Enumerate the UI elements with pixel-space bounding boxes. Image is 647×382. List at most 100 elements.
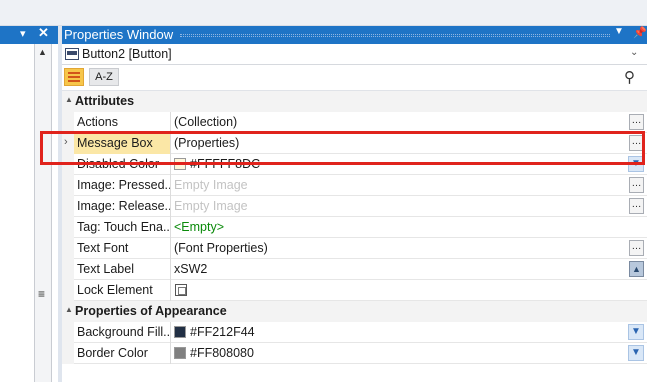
property-value-cell[interactable]: Empty Image …: [171, 175, 647, 196]
row-gutter: [62, 322, 74, 343]
property-name-cell[interactable]: Disabled Color: [74, 154, 171, 175]
color-swatch: [174, 326, 186, 338]
property-name-cell[interactable]: Image: Pressed...: [74, 175, 171, 196]
left-panel-scrollbar[interactable]: ▲ ≡: [34, 44, 52, 382]
property-value-cell[interactable]: #FF808080 ▼: [171, 343, 647, 364]
property-value: Empty Image: [174, 178, 248, 192]
row-gutter: [62, 217, 74, 238]
property-value: #FFFFF8DC: [190, 157, 261, 171]
property-name-cell[interactable]: Border Color: [74, 343, 171, 364]
property-row[interactable]: › Message Box (Properties) …: [62, 133, 647, 154]
property-value: <Empty>: [174, 220, 225, 234]
property-row[interactable]: Image: Pressed... Empty Image …: [62, 175, 647, 196]
label-editor-icon[interactable]: ▲: [629, 261, 644, 277]
property-value-cell[interactable]: Empty Image …: [171, 196, 647, 217]
object-selector[interactable]: Button2 [Button] ⌄: [62, 44, 647, 65]
property-value-cell[interactable]: (Properties) …: [171, 133, 647, 154]
property-name: Text Label: [77, 262, 134, 276]
property-value: #FF808080: [190, 346, 254, 360]
property-name: Tag: Touch Ena...: [77, 220, 170, 234]
property-value-cell[interactable]: [171, 280, 647, 301]
ellipsis-button[interactable]: …: [629, 135, 644, 151]
property-value: (Properties): [174, 136, 240, 150]
object-selector-value: Button2 [Button]: [82, 47, 172, 61]
row-gutter: [62, 280, 74, 301]
category-label: Attributes: [75, 94, 135, 108]
panel-menu-icon[interactable]: ▾: [20, 27, 26, 40]
property-name-cell[interactable]: Text Label: [74, 259, 171, 280]
categorized-view-button[interactable]: [64, 68, 84, 86]
search-icon[interactable]: ⚲: [624, 68, 635, 86]
property-value-cell[interactable]: (Font Properties)…: [171, 238, 647, 259]
row-gutter: [62, 154, 74, 175]
row-gutter: [62, 175, 74, 196]
property-value-cell[interactable]: #FF212F44 ▼: [171, 322, 647, 343]
property-name: Image: Release...: [77, 199, 170, 213]
property-name-cell[interactable]: Background Fill...: [74, 322, 171, 343]
property-value-cell[interactable]: <Empty>: [171, 217, 647, 238]
row-gutter: [62, 259, 74, 280]
property-row[interactable]: Border Color #FF808080 ▼: [62, 343, 647, 364]
property-name: Actions: [77, 115, 118, 129]
property-value-cell[interactable]: (Collection) …: [171, 112, 647, 133]
properties-window: Properties Window ▼ 📌 Button2 [Button] ⌄…: [62, 26, 647, 382]
property-name: Message Box: [77, 136, 153, 150]
property-name-cell[interactable]: Message Box: [74, 133, 171, 154]
property-row[interactable]: Disabled Color #FFFFF8DC ▼: [62, 154, 647, 175]
chevron-down-icon[interactable]: ▼: [628, 345, 644, 361]
property-name-cell[interactable]: Actions: [74, 112, 171, 133]
property-name-cell[interactable]: Tag: Touch Ena...: [74, 217, 171, 238]
property-row[interactable]: Actions (Collection) …: [62, 112, 647, 133]
window-menu-icon[interactable]: ▼: [614, 26, 624, 37]
left-docked-panel: ▾ ✕ ▲ ≡: [0, 25, 58, 382]
scroll-up-icon[interactable]: ▲: [38, 47, 47, 57]
property-value: #FF212F44: [190, 325, 255, 339]
color-swatch: [174, 347, 186, 359]
property-name-cell[interactable]: Text Font: [74, 238, 171, 259]
property-value-cell[interactable]: xSW2 ▲: [171, 259, 647, 280]
color-swatch: [174, 158, 186, 170]
ellipsis-button[interactable]: …: [629, 198, 644, 214]
property-value-cell[interactable]: #FFFFF8DC ▼: [171, 154, 647, 175]
chevron-down-icon[interactable]: ▼: [628, 324, 644, 340]
property-value: Empty Image: [174, 199, 248, 213]
property-name: Border Color: [77, 346, 148, 360]
property-name-cell[interactable]: Lock Element: [74, 280, 171, 301]
row-gutter: [62, 112, 74, 133]
property-row[interactable]: Background Fill... #FF212F44 ▼: [62, 322, 647, 343]
collapse-icon[interactable]: ▲: [65, 95, 73, 104]
property-row[interactable]: Tag: Touch Ena... <Empty>: [62, 217, 647, 238]
window-title: Properties Window: [64, 27, 174, 42]
ellipsis-button[interactable]: …: [629, 114, 644, 130]
collapse-icon[interactable]: ▲: [65, 305, 73, 314]
property-name-cell[interactable]: Image: Release...: [74, 196, 171, 217]
lock-checkbox[interactable]: [175, 284, 187, 296]
alphabetical-view-button[interactable]: A-Z: [89, 68, 119, 86]
property-row[interactable]: Text Font (Font Properties)…: [62, 238, 647, 259]
category-label: Properties of Appearance: [75, 304, 227, 318]
titlebar-grip: [180, 34, 610, 37]
property-row[interactable]: Text Label xSW2 ▲: [62, 259, 647, 280]
button-object-icon: [65, 48, 79, 60]
property-grid: ▲ Attributes Actions (Collection)… › Message …: [62, 91, 647, 364]
expand-arrow-icon[interactable]: ›: [64, 136, 68, 148]
property-row[interactable]: Lock Element: [62, 280, 647, 301]
close-icon[interactable]: ✕: [38, 25, 49, 41]
property-row[interactable]: Image: Release... Empty Image …: [62, 196, 647, 217]
chevron-down-icon[interactable]: ⌄: [630, 47, 638, 58]
ellipsis-button[interactable]: …: [629, 240, 644, 256]
ellipsis-button[interactable]: …: [629, 177, 644, 193]
properties-toolbar: A-Z ⚲: [62, 65, 647, 91]
categorized-icon: [68, 72, 80, 74]
property-name: Background Fill...: [77, 325, 170, 339]
property-name: Image: Pressed...: [77, 178, 170, 192]
top-toolbar-strip: [0, 0, 647, 26]
properties-window-titlebar: Properties Window ▼ 📌: [62, 26, 647, 44]
category-header[interactable]: ▲ Attributes: [62, 91, 647, 112]
property-name: Text Font: [77, 241, 129, 255]
scroll-thumb-grip-icon[interactable]: ≡: [38, 288, 45, 300]
chevron-down-icon[interactable]: ▼: [628, 156, 644, 172]
property-value: (Collection): [174, 115, 238, 129]
category-header[interactable]: ▲ Properties of Appearance: [62, 301, 647, 322]
pin-icon[interactable]: 📌: [633, 26, 647, 39]
